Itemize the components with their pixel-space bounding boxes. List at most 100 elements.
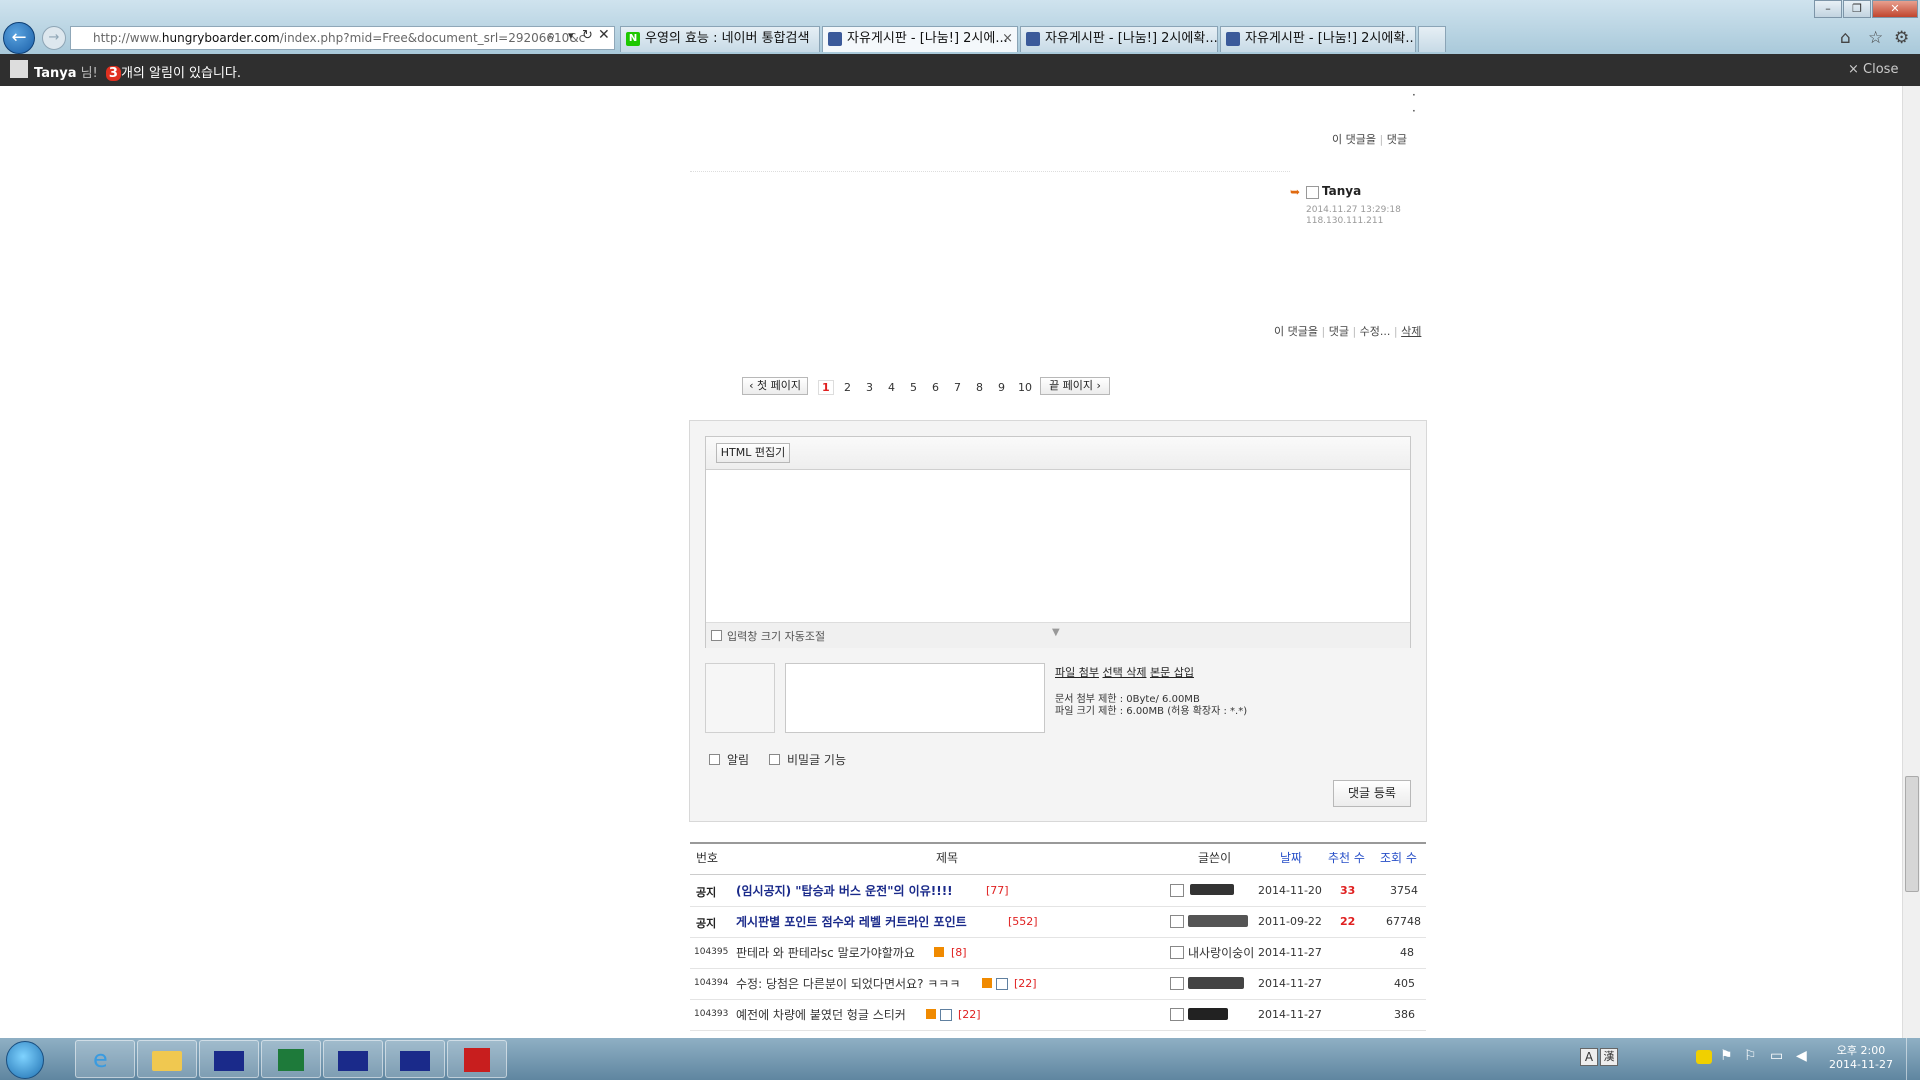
reply-link[interactable]: 댓글 — [1329, 325, 1349, 338]
page-2[interactable]: 2 — [844, 381, 851, 394]
notif-user[interactable]: Tanya — [34, 66, 76, 81]
forward-button[interactable]: → — [42, 26, 66, 50]
reply-link[interactable]: 댓글 — [1387, 133, 1407, 146]
first-page-button[interactable]: ‹ 첫 페이지 — [742, 377, 808, 395]
new-tab-button[interactable] — [1418, 26, 1446, 52]
app-taskbar-icon[interactable] — [199, 1040, 259, 1078]
page-5[interactable]: 5 — [910, 381, 917, 394]
row-comments[interactable]: [22] — [958, 1008, 981, 1021]
ie-taskbar-icon[interactable]: e — [75, 1040, 135, 1078]
author-image[interactable] — [1188, 977, 1244, 989]
excel-taskbar-icon[interactable] — [261, 1040, 321, 1078]
row-num: 104393 — [694, 1009, 729, 1019]
delete-link[interactable]: 삭제 — [1401, 325, 1421, 338]
chat-tray-icon[interactable] — [1696, 1050, 1712, 1064]
row-comments[interactable]: [552] — [1008, 915, 1038, 928]
last-page-button[interactable]: 끝 페이지 › — [1040, 377, 1110, 395]
row-title[interactable]: 판테라 와 판테라sc 말로가야할까요 — [736, 944, 915, 961]
tab-label: 자유게시판 - [나눔!] 2시에확... — [1245, 31, 1416, 46]
comment-author[interactable]: Tanya — [1322, 184, 1361, 198]
insert-body-link[interactable]: 본문 삽입 — [1150, 666, 1194, 679]
image-icon — [940, 1009, 952, 1021]
submit-comment-button[interactable]: 댓글 등록 — [1333, 780, 1411, 807]
refresh-icon[interactable]: ↻ — [582, 28, 593, 43]
minimize-button[interactable]: – — [1814, 0, 1842, 18]
naver-icon: N — [626, 32, 640, 46]
page-1[interactable]: 1 — [818, 380, 834, 395]
flag-icon[interactable]: ⚐ — [1744, 1048, 1757, 1064]
file-list[interactable] — [785, 663, 1045, 733]
back-button[interactable]: ← — [3, 22, 35, 54]
pdf-taskbar-icon[interactable] — [447, 1040, 507, 1078]
page-6[interactable]: 6 — [932, 381, 939, 394]
stop-icon[interactable]: ✕ — [598, 27, 610, 43]
folder-taskbar-icon[interactable] — [137, 1040, 197, 1078]
tab-free-board-3[interactable]: 자유게시판 - [나눔!] 2시에확... — [1220, 26, 1416, 52]
row-title[interactable]: 게시판별 포인트 점수와 레벨 커트라인 포인트 — [736, 913, 967, 930]
gear-icon[interactable]: ⚙ — [1894, 28, 1909, 48]
page-8[interactable]: 8 — [976, 381, 983, 394]
row-views: 67748 — [1386, 915, 1421, 928]
author-image[interactable] — [1190, 884, 1234, 895]
comment-textarea[interactable] — [706, 470, 1410, 622]
notif-count-badge[interactable]: 3 — [105, 66, 121, 81]
scrollbar[interactable] — [1902, 86, 1920, 1038]
row-title[interactable]: 수정: 당첨은 다른분이 되었다면서요? ㅋㅋㅋ — [736, 975, 960, 992]
address-bar[interactable]: http://www.hungryboarder.com/index.php?m… — [70, 26, 615, 50]
volume-icon[interactable]: ◀ — [1796, 1048, 1807, 1064]
favorites-star-icon[interactable]: ☆ — [1868, 28, 1883, 48]
header-votes[interactable]: 추천 수 — [1328, 849, 1365, 866]
row-title[interactable]: (임시공지) "탑승과 버스 운전"의 이유!!!! — [736, 882, 953, 899]
secret-checkbox[interactable] — [769, 754, 780, 765]
notify-checkbox[interactable] — [709, 754, 720, 765]
show-desktop-button[interactable] — [1906, 1038, 1920, 1080]
page-4[interactable]: 4 — [888, 381, 895, 394]
row-author[interactable]: 내사랑이숭이 — [1188, 944, 1254, 961]
resize-handle-icon[interactable]: ▼ — [1052, 627, 1060, 638]
header-views[interactable]: 조회 수 — [1380, 849, 1417, 866]
author-image[interactable] — [1188, 1008, 1228, 1020]
page-10[interactable]: 10 — [1018, 381, 1032, 394]
clock-time[interactable]: 오후 2:00 — [1828, 1042, 1894, 1058]
app-taskbar-icon[interactable] — [323, 1040, 383, 1078]
home-icon[interactable]: ⌂ — [1840, 28, 1851, 48]
edit-link[interactable]: 수정... — [1360, 325, 1391, 338]
html-editor-button[interactable]: HTML 편집기 — [716, 443, 790, 463]
close-window-button[interactable]: ✕ — [1872, 0, 1918, 18]
close-tab-icon[interactable]: × — [1002, 27, 1013, 51]
app-taskbar-icon[interactable] — [385, 1040, 445, 1078]
autosize-label: 입력창 크기 자동조절 — [727, 630, 826, 643]
page-3[interactable]: 3 — [866, 381, 873, 394]
row-date: 2011-09-22 — [1258, 915, 1322, 928]
page-9[interactable]: 9 — [998, 381, 1005, 394]
row-comments[interactable]: [77] — [986, 884, 1009, 897]
page-7[interactable]: 7 — [954, 381, 961, 394]
file-actions: 파일 첨부 선택 삭제 본문 삽입 — [1055, 664, 1194, 680]
ime-icon[interactable]: A — [1580, 1048, 1598, 1066]
tab-free-board-active[interactable]: 자유게시판 - [나눔!] 2시에... × — [822, 26, 1018, 52]
table-row: 104393 예전에 차량에 붙였던 헝글 스티커 [22] 2014-11-2… — [690, 999, 1426, 1031]
table-row: 공지 게시판별 포인트 점수와 레벨 커트라인 포인트 [552] 2011-0… — [690, 906, 1426, 938]
display-icon[interactable]: ▭ — [1770, 1048, 1783, 1064]
search-icon[interactable]: ⌕ — [548, 29, 555, 44]
row-title[interactable]: 예전에 차량에 붙였던 헝글 스티커 — [736, 1006, 906, 1023]
notif-close-button[interactable]: × Close — [1848, 62, 1898, 77]
hanja-icon[interactable]: 漢 — [1600, 1048, 1618, 1066]
network-icon[interactable]: ⚑ — [1720, 1048, 1733, 1064]
scrollbar-thumb[interactable] — [1905, 776, 1919, 892]
new-icon — [926, 1009, 936, 1019]
notif-message[interactable]: 개의 알림이 있습니다. — [121, 66, 241, 81]
attach-file-link[interactable]: 파일 첨부 — [1055, 666, 1099, 679]
clock-date[interactable]: 2014-11-27 — [1824, 1058, 1898, 1071]
header-date[interactable]: 날짜 — [1280, 849, 1302, 866]
start-button[interactable] — [6, 1041, 44, 1079]
author-image[interactable] — [1188, 915, 1248, 927]
autosize-checkbox[interactable] — [711, 630, 722, 641]
row-comments[interactable]: [8] — [951, 946, 967, 959]
tab-naver[interactable]: N 우영의 효능 : 네이버 통합검색 — [620, 26, 820, 52]
tab-free-board-2[interactable]: 자유게시판 - [나눔!] 2시에확... — [1020, 26, 1218, 52]
dropdown-icon[interactable]: ▾ — [568, 29, 574, 42]
maximize-button[interactable]: ❐ — [1843, 0, 1871, 18]
select-delete-link[interactable]: 선택 삭제 — [1102, 666, 1146, 679]
row-comments[interactable]: [22] — [1014, 977, 1037, 990]
